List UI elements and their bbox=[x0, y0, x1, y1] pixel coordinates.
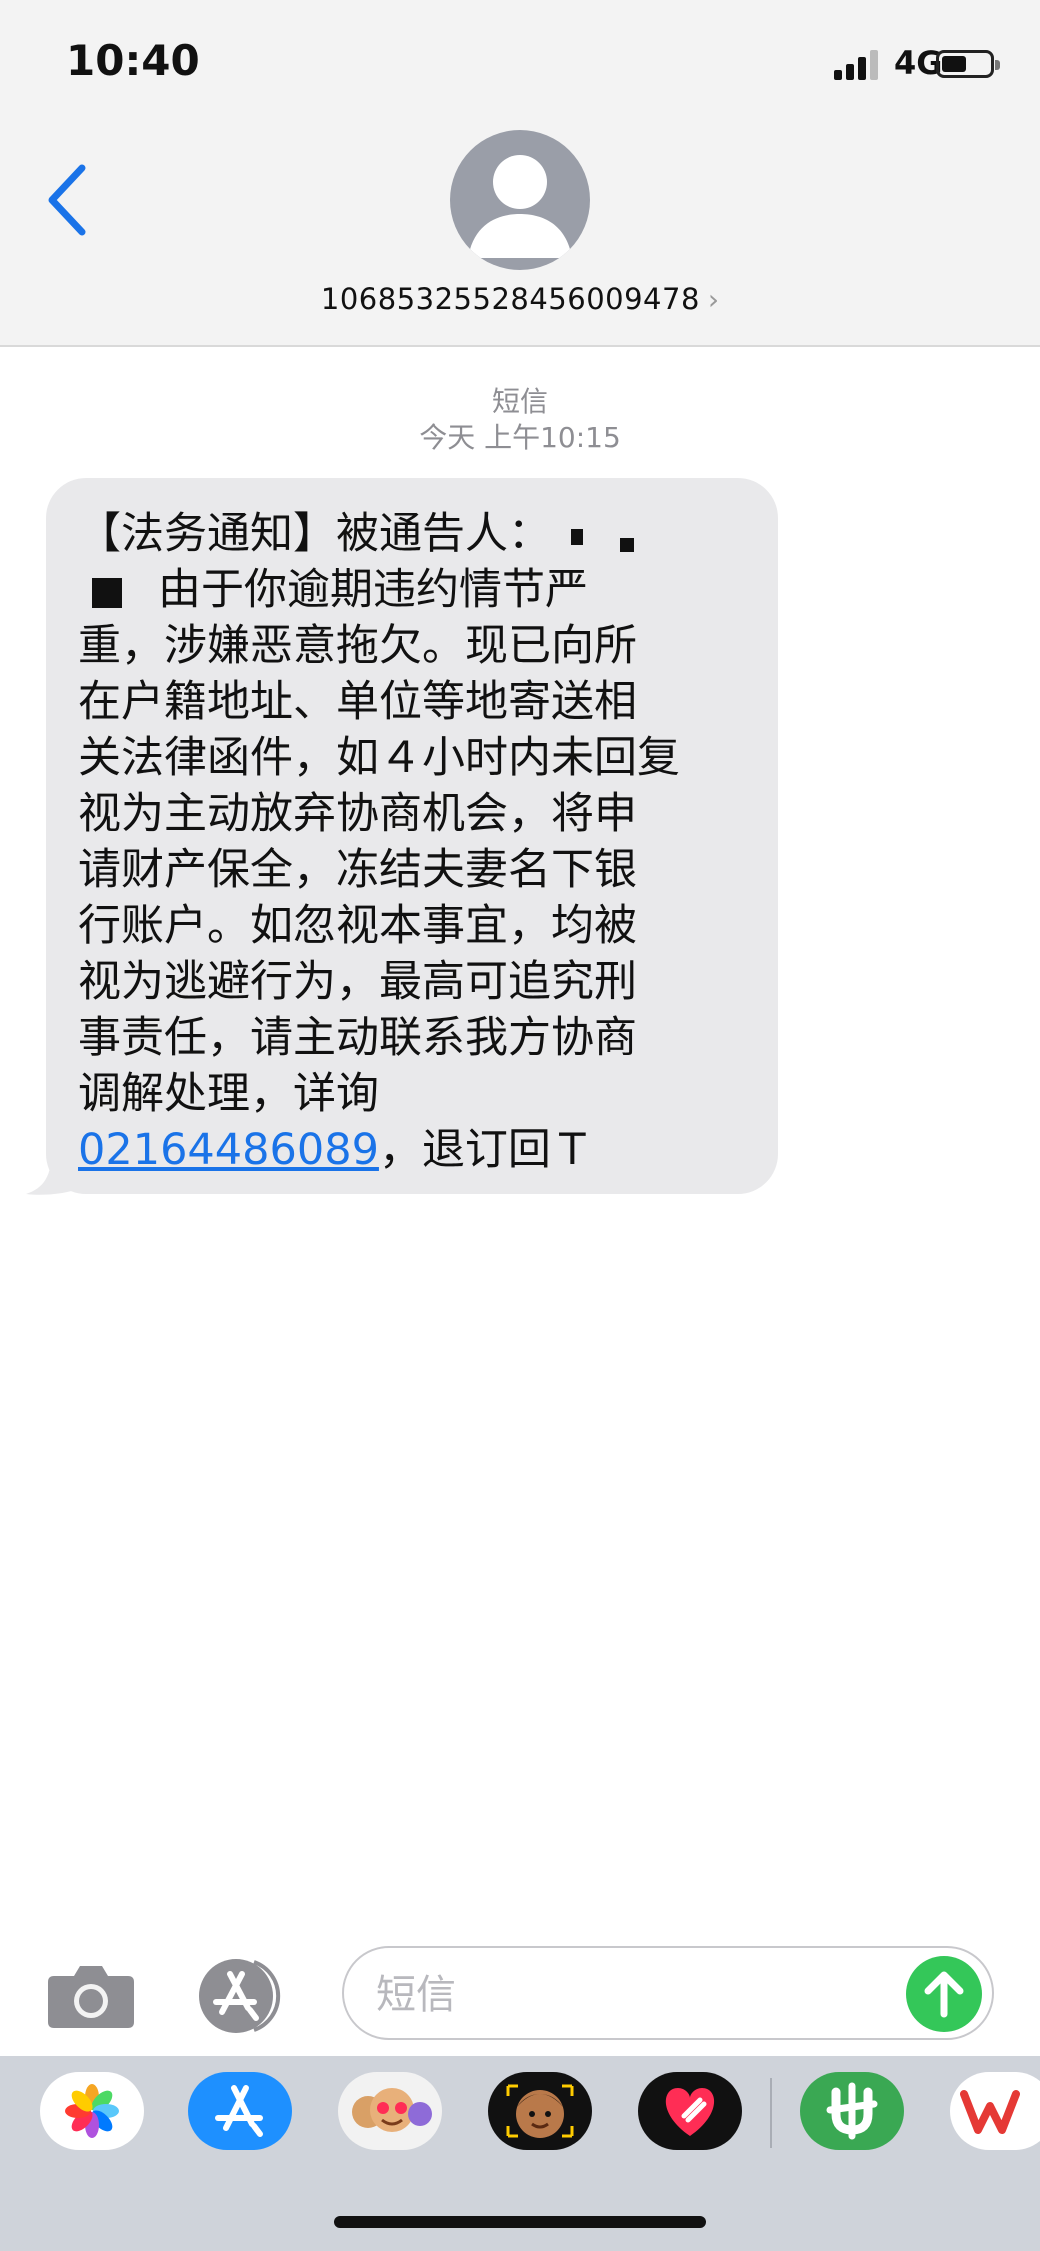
chevron-right-icon: › bbox=[707, 283, 720, 316]
home-indicator bbox=[334, 2216, 706, 2228]
message-service-label: 短信 bbox=[491, 385, 548, 418]
message-line: 事责任，请主动联系我方协商 bbox=[78, 1013, 637, 1063]
conversation-header: 10:40 4G 10685325528456009478 › bbox=[0, 0, 1040, 347]
green-app-icon[interactable] bbox=[800, 2072, 904, 2150]
chevron-left-icon bbox=[48, 164, 86, 236]
message-line: 在户籍地址、单位等地寄送相 bbox=[78, 677, 637, 727]
message-line: 调解处理，详询 bbox=[78, 1069, 379, 1119]
message-line: 关法律函件，如４小时内未回复 bbox=[78, 733, 680, 783]
send-button[interactable] bbox=[906, 1956, 982, 2032]
drawer-divider bbox=[770, 2078, 772, 2148]
message-line: 视为主动放弃协商机会，将申 bbox=[78, 789, 637, 839]
message-line: 重，涉嫌恶意拖欠。现已向所 bbox=[78, 621, 637, 671]
digital-touch-app-icon[interactable] bbox=[638, 2072, 742, 2150]
app-store-app-icon[interactable] bbox=[188, 2072, 292, 2150]
battery-icon bbox=[936, 50, 1000, 78]
cellular-signal-icon bbox=[834, 48, 882, 80]
redaction-block bbox=[92, 577, 122, 608]
wps-office-app-icon[interactable] bbox=[950, 2072, 1040, 2150]
redaction-block bbox=[570, 528, 583, 545]
contact-number: 10685325528456009478 bbox=[320, 282, 700, 316]
app-store-drawer-button[interactable] bbox=[194, 1956, 290, 2036]
contact-avatar[interactable] bbox=[450, 130, 590, 270]
message-bubble[interactable]: 【法务通知】被通告人： 由于你逾期违约情节严 重，涉嫌恶意拖欠。现已向所 在户籍… bbox=[46, 478, 778, 1194]
memoji-stickers-app-icon[interactable] bbox=[338, 2072, 442, 2150]
camera-button[interactable] bbox=[48, 1960, 134, 2030]
message-input-field[interactable] bbox=[342, 1946, 994, 2040]
back-button[interactable] bbox=[40, 160, 100, 240]
message-line: 由于你逾期违约情节严 bbox=[158, 565, 588, 615]
app-store-icon bbox=[199, 1959, 281, 2033]
animoji-app-icon[interactable] bbox=[488, 2072, 592, 2150]
status-time: 10:40 bbox=[66, 36, 200, 85]
message-input[interactable] bbox=[374, 1966, 898, 2024]
message-line: 请财产保全，冻结夫妻名下银 bbox=[78, 845, 637, 895]
person-icon bbox=[468, 155, 572, 258]
message-timestamp: 今天 上午10:15 bbox=[419, 421, 621, 454]
contact-info-button[interactable]: 10685325528456009478 › bbox=[0, 282, 1040, 316]
redaction-block bbox=[620, 537, 635, 552]
message-line: 行账户。如忽视本事宜，均被 bbox=[78, 901, 637, 951]
message-text: 【法务通知】被通告人： 由于你逾期违约情节严 重，涉嫌恶意拖欠。现已向所 在户籍… bbox=[78, 506, 744, 1178]
phone-number-link[interactable]: 02164486089 bbox=[78, 1125, 379, 1175]
message-line: 【法务通知】被通告人： bbox=[78, 509, 551, 559]
composer-bar bbox=[0, 1946, 1040, 2046]
message-line: 视为逃避行为，最高可追究刑 bbox=[78, 957, 637, 1007]
arrow-up-icon bbox=[924, 1971, 964, 2018]
photos-app-icon[interactable] bbox=[40, 2072, 144, 2150]
camera-icon bbox=[48, 1966, 134, 2028]
message-line: ，退订回Ｔ bbox=[378, 1125, 594, 1175]
